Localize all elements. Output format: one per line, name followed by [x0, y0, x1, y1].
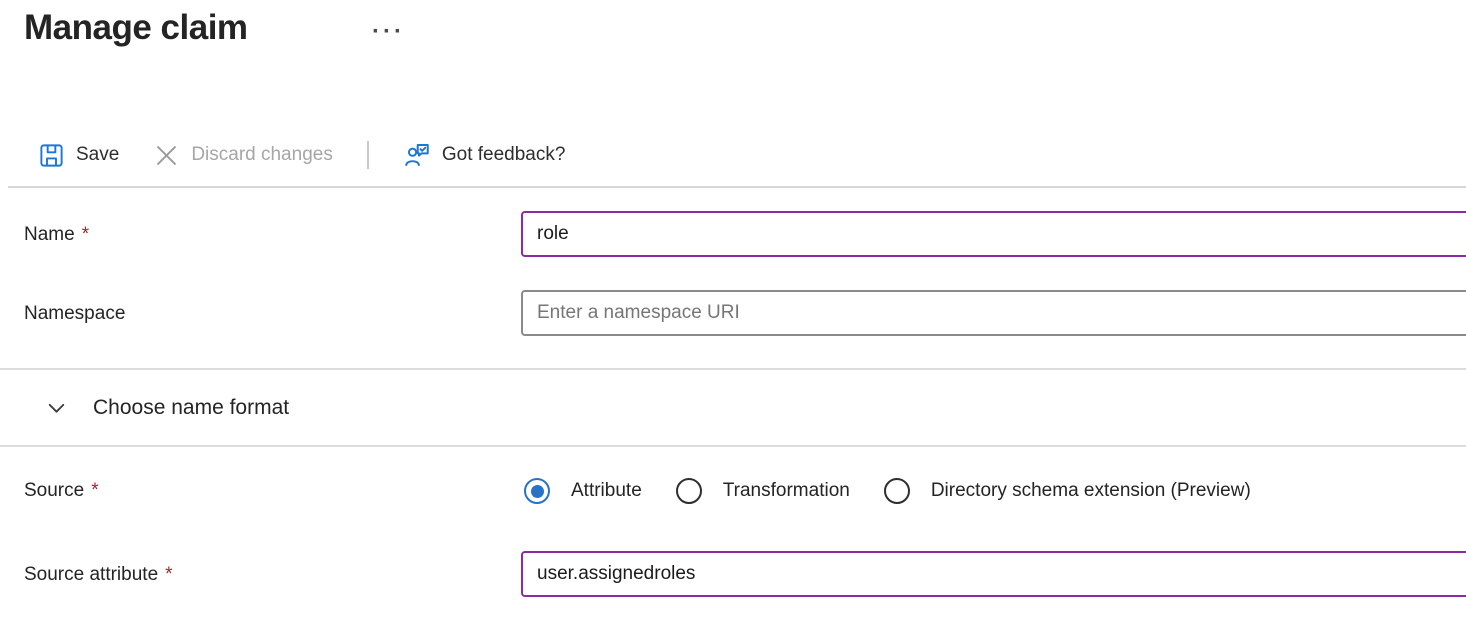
discard-x-icon — [153, 142, 180, 169]
name-input[interactable] — [521, 211, 1466, 257]
source-radio-group: Attribute Transformation Directory schem… — [524, 468, 1285, 514]
name-label-text: Name — [24, 224, 75, 245]
got-feedback-button[interactable]: Got feedback? — [403, 141, 566, 169]
source-field-label: Source * — [24, 480, 99, 502]
namespace-field-label: Namespace — [24, 303, 125, 325]
save-button[interactable]: Save — [38, 142, 119, 169]
toolbar-divider — [8, 186, 1466, 188]
radio-option-directory-schema-extension[interactable]: Directory schema extension (Preview) — [884, 478, 1251, 504]
radio-option-transformation[interactable]: Transformation — [676, 478, 850, 504]
name-required-mark: * — [82, 224, 89, 245]
save-icon — [38, 142, 65, 169]
choose-name-format-section[interactable]: Choose name format — [0, 368, 1466, 447]
source-attribute-required-mark: * — [165, 564, 172, 585]
radio-button-unselected[interactable] — [676, 478, 702, 504]
source-attribute-label-text: Source attribute — [24, 564, 158, 585]
radio-button-unselected[interactable] — [884, 478, 910, 504]
radio-label-attribute: Attribute — [571, 480, 642, 502]
namespace-label-text: Namespace — [24, 303, 125, 324]
discard-changes-label: Discard changes — [191, 144, 333, 166]
radio-label-directory-schema-extension: Directory schema extension (Preview) — [931, 480, 1251, 502]
name-field-label: Name * — [24, 224, 89, 246]
discard-changes-button[interactable]: Discard changes — [153, 142, 333, 169]
more-options-button[interactable]: ··· — [368, 16, 409, 48]
command-bar: Save Discard changes Got feedback? — [24, 134, 565, 176]
source-attribute-field-label: Source attribute * — [24, 564, 173, 586]
radio-option-attribute[interactable]: Attribute — [524, 478, 642, 504]
toolbar-separator — [367, 141, 369, 169]
source-label-text: Source — [24, 480, 84, 501]
chevron-down-icon — [44, 395, 69, 420]
source-required-mark: * — [91, 480, 98, 501]
save-label: Save — [76, 144, 119, 166]
choose-name-format-label: Choose name format — [93, 396, 289, 420]
feedback-person-icon — [403, 141, 431, 169]
source-attribute-input[interactable] — [521, 551, 1466, 597]
page-title: Manage claim — [24, 8, 248, 48]
namespace-input[interactable] — [521, 290, 1466, 336]
radio-dot — [531, 485, 544, 498]
got-feedback-label: Got feedback? — [442, 144, 566, 166]
radio-label-transformation: Transformation — [723, 480, 850, 502]
radio-button-selected[interactable] — [524, 478, 550, 504]
